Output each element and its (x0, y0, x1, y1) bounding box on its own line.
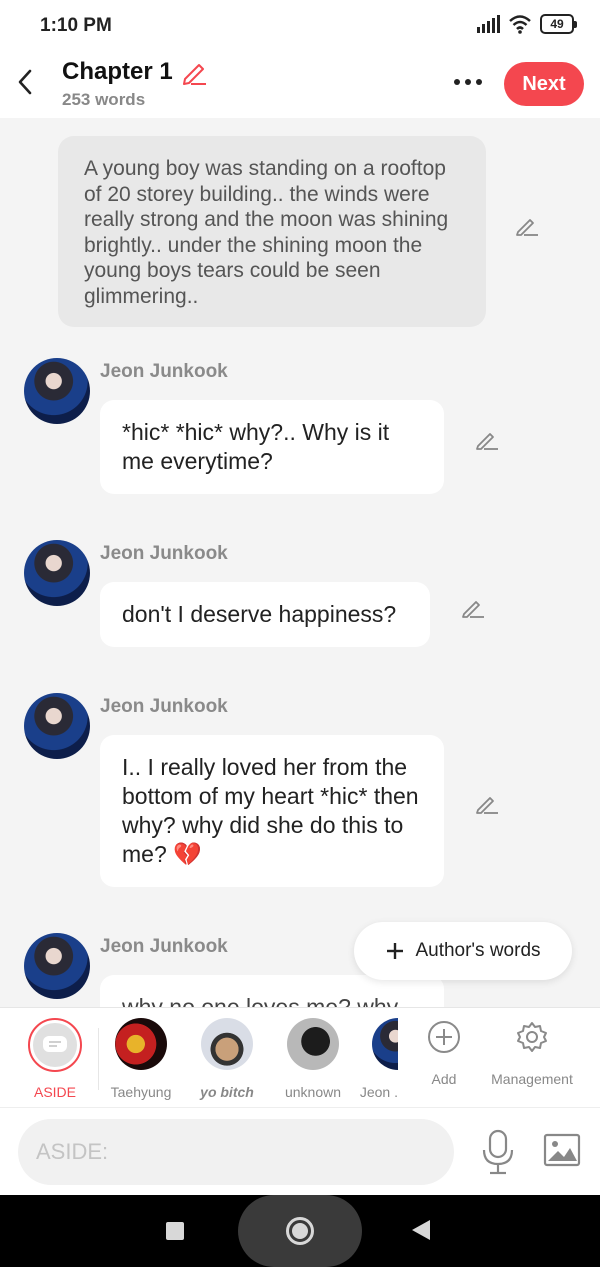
more-options-button[interactable] (448, 68, 488, 96)
back-nav-button[interactable] (412, 1220, 430, 1240)
avatar[interactable] (24, 358, 90, 424)
plus-icon (387, 943, 404, 959)
image-button[interactable] (543, 1132, 581, 1168)
back-button[interactable] (10, 64, 40, 100)
recents-button[interactable] (166, 1222, 184, 1240)
status-icons: 49 (476, 14, 577, 34)
editor-header: Chapter 1 253 words Next (0, 52, 600, 118)
input-bar (0, 1107, 600, 1195)
message-bubble[interactable]: *hic* *hic* why?.. Why is it me everytim… (100, 400, 444, 494)
word-count: 253 words (62, 90, 146, 109)
avatar[interactable] (24, 540, 90, 606)
divider (98, 1028, 99, 1090)
character-name: yo bitch (200, 1084, 254, 1100)
signal-icon (477, 15, 500, 33)
add-character-button[interactable]: Add (416, 1020, 472, 1087)
microphone-icon (482, 1129, 514, 1175)
aside-input[interactable] (18, 1119, 454, 1185)
character-name: Taehyung (110, 1084, 172, 1100)
character-aside[interactable]: ASIDE (14, 1018, 96, 1100)
status-bar: 1:10 PM 49 (0, 0, 600, 52)
edit-icon[interactable] (514, 212, 540, 238)
character-name: ASIDE (33, 1084, 76, 1100)
chat-area[interactable]: A young boy was standing on a rooftop of… (0, 118, 600, 1007)
avatar (201, 1018, 253, 1070)
speaker-name: Jeon Junkook (100, 936, 228, 957)
authors-words-button[interactable]: Author's words (354, 922, 572, 980)
avatar (372, 1018, 398, 1070)
character-name: Jeon . (359, 1084, 398, 1100)
speaker-name: Jeon Junkook (100, 543, 228, 564)
speaker-name: Jeon Junkook (100, 361, 228, 382)
message-bubble[interactable]: don't I deserve happiness? (100, 582, 430, 647)
image-icon (543, 1133, 581, 1167)
system-nav-bar (0, 1195, 600, 1267)
edit-icon[interactable] (474, 790, 500, 816)
status-time: 1:10 PM (40, 15, 112, 36)
home-button[interactable] (238, 1195, 362, 1267)
gear-icon (517, 1022, 547, 1052)
avatar[interactable] (24, 693, 90, 759)
management-label: Management (491, 1071, 573, 1087)
chapter-title: Chapter 1 (62, 58, 173, 85)
pencil-icon[interactable] (181, 59, 209, 85)
avatar[interactable] (24, 933, 90, 999)
character-bar: ASIDE Taehyung yo bitch unknown Jeon . A… (0, 1007, 600, 1107)
avatar (287, 1018, 339, 1070)
character-name: unknown (284, 1084, 342, 1100)
mic-button[interactable] (480, 1128, 516, 1176)
add-circle-icon (428, 1021, 460, 1053)
character-taehyung[interactable]: Taehyung (100, 1018, 182, 1100)
chapter-title-row[interactable]: Chapter 1 (62, 58, 209, 86)
next-button[interactable]: Next (504, 62, 584, 106)
edit-icon[interactable] (460, 594, 486, 620)
wifi-icon (509, 15, 531, 34)
character-yo-bitch[interactable]: yo bitch (186, 1018, 268, 1100)
title-block: Chapter 1 253 words (62, 58, 209, 110)
authors-words-label: Author's words (415, 940, 541, 961)
character-unknown[interactable]: unknown (272, 1018, 354, 1100)
speaker-name: Jeon Junkook (100, 696, 228, 717)
edit-icon[interactable] (474, 426, 500, 452)
aside-avatar (28, 1018, 82, 1072)
management-button[interactable]: Management (486, 1020, 578, 1087)
avatar (115, 1018, 167, 1070)
chat-bubble-icon (43, 1036, 67, 1052)
battery-indicator: 49 (540, 14, 577, 34)
character-jeon[interactable]: Jeon . (344, 1018, 398, 1100)
add-label: Add (431, 1071, 457, 1087)
narration-bubble[interactable]: A young boy was standing on a rooftop of… (58, 136, 486, 327)
chevron-left-icon (18, 69, 32, 95)
message-bubble[interactable]: I.. I really loved her from the bottom o… (100, 735, 444, 887)
